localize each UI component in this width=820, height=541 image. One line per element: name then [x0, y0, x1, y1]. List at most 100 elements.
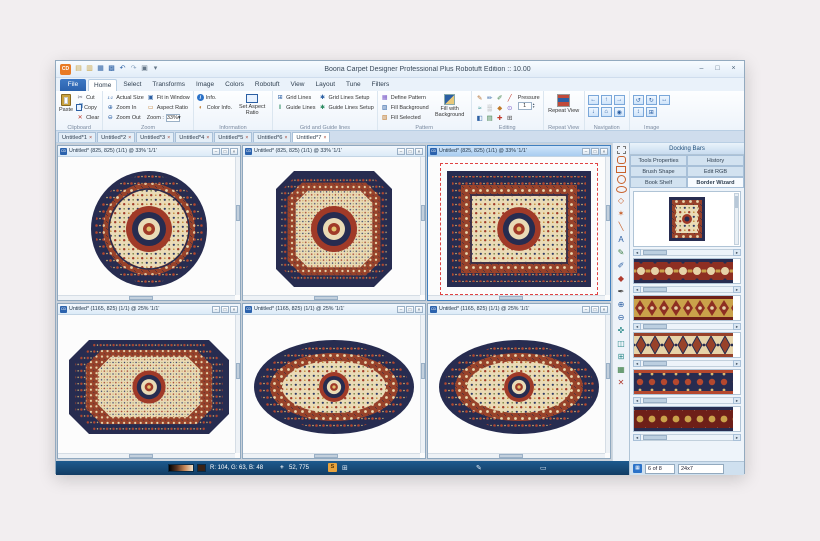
preview-horizontal-scrollbar[interactable] [633, 249, 741, 256]
border-style-option-1[interactable] [633, 258, 741, 284]
close-tab-icon[interactable]: × [89, 135, 92, 141]
zoom-out-button[interactable]: Zoom Out [106, 113, 144, 122]
child-restore-button[interactable] [221, 147, 229, 155]
flip-vertical-icon[interactable]: ↕ [632, 107, 644, 117]
zoom-out-tool[interactable]: ⊖ [616, 312, 627, 323]
repeat-tool[interactable]: ▦ [616, 364, 627, 375]
carpet-design-oval[interactable] [250, 338, 418, 436]
fill-icon[interactable]: ◆ [495, 103, 505, 113]
child-title-bar[interactable]: CD Untitled* (825, 825) (1/1) @ 33% '1/1… [58, 146, 240, 157]
eraser-icon[interactable]: ▒ [485, 103, 495, 113]
vertical-scrollbar[interactable] [420, 315, 425, 453]
document-tab-4[interactable]: Untitled*4 × [175, 132, 214, 142]
dock-tab-history[interactable]: History [687, 155, 744, 166]
child-minimize-button[interactable] [397, 147, 405, 155]
airbrush-icon[interactable]: ✐ [495, 93, 505, 103]
child-title-bar[interactable]: CD Untitled* (1165, 825) (1/1) @ 25% '1/… [428, 304, 610, 315]
nav-up-icon[interactable]: ↑ [600, 95, 612, 105]
border-scrollbar-2[interactable] [633, 323, 741, 330]
scrollbar-thumb[interactable] [498, 454, 523, 458]
scrollbar-thumb[interactable] [498, 296, 523, 300]
grid-lines-toggle[interactable]: Grid Lines [276, 93, 315, 102]
mirror-tool[interactable]: ◫ [616, 338, 627, 349]
canvas-area[interactable] [58, 315, 240, 458]
carpet-preview-box[interactable] [633, 191, 741, 247]
tab-colors[interactable]: Colors [220, 79, 249, 91]
delete-tool[interactable]: ✕ [616, 377, 627, 388]
scrollbar-thumb[interactable] [313, 454, 338, 458]
color-info-button[interactable]: Color Info. [197, 103, 232, 112]
eyedropper-tool[interactable]: ✒ [616, 286, 627, 297]
close-tab-icon[interactable]: × [128, 135, 131, 141]
child-close-button[interactable] [600, 147, 608, 155]
info-button[interactable]: i Info. [196, 93, 232, 102]
child-close-button[interactable] [230, 305, 238, 313]
child-close-button[interactable] [415, 147, 423, 155]
canvas-area[interactable] [428, 157, 610, 300]
tab-file[interactable]: File [60, 79, 86, 91]
child-close-button[interactable] [415, 305, 423, 313]
child-minimize-button[interactable] [582, 305, 590, 313]
horizontal-scrollbar[interactable] [243, 295, 420, 300]
fit-in-window-button[interactable]: Fit in Window [147, 93, 190, 102]
save-all-icon[interactable]: ▩ [107, 64, 116, 74]
grid-lines-setup-button[interactable]: Grid Lines Setup [319, 93, 374, 102]
child-restore-button[interactable] [591, 147, 599, 155]
resize-icon[interactable]: ⊞ [645, 107, 657, 117]
scroll-left-icon[interactable] [633, 249, 641, 256]
scrollbar-thumb[interactable] [606, 363, 610, 380]
carpet-design-rectangle[interactable] [444, 167, 594, 291]
child-minimize-button[interactable] [212, 147, 220, 155]
clear-button[interactable]: Clear [76, 113, 99, 122]
vertical-scrollbar[interactable] [235, 157, 240, 295]
add-point-icon[interactable]: ✚ [495, 113, 505, 123]
document-tab-7[interactable]: Untitled*7 × [292, 132, 331, 142]
ellipse-tool[interactable] [615, 186, 627, 193]
circle-tool[interactable] [616, 175, 626, 184]
vertical-scrollbar[interactable] [235, 315, 240, 453]
preview-vertical-scrollbar[interactable] [734, 193, 739, 245]
dock-tab-edit-rgb[interactable]: Edit RGB [687, 166, 744, 177]
fill-tool[interactable]: ◆ [616, 273, 627, 284]
scrollbar-thumb[interactable] [735, 196, 738, 208]
horizontal-scrollbar[interactable] [243, 453, 420, 458]
canvas-area[interactable] [428, 315, 610, 458]
brush-icon[interactable]: ✏ [485, 93, 495, 103]
guide-lines-setup-button[interactable]: Guide Lines Setup [319, 103, 374, 112]
nav-home-icon[interactable]: ⌂ [600, 107, 612, 117]
pencil-icon[interactable]: ✎ [475, 93, 485, 103]
scrollbar-thumb[interactable] [236, 363, 240, 380]
horizontal-scrollbar[interactable] [58, 453, 235, 458]
close-tab-icon[interactable]: × [167, 135, 170, 141]
close-tab-icon[interactable]: × [324, 135, 327, 141]
scroll-left-icon[interactable] [633, 434, 641, 441]
child-restore-button[interactable] [591, 305, 599, 313]
border-scrollbar-3[interactable] [633, 360, 741, 367]
new-document-icon[interactable]: ▤ [74, 64, 83, 74]
line-tool[interactable]: ╲ [616, 221, 627, 232]
tab-robotuft[interactable]: Robotuft [250, 79, 285, 91]
border-style-option-4[interactable] [633, 369, 741, 395]
grid-tool[interactable]: ⊞ [616, 351, 627, 362]
pressure-stepper[interactable]: ▴ ▾ [533, 102, 535, 110]
child-minimize-button[interactable] [397, 305, 405, 313]
canvas-area[interactable] [243, 157, 425, 300]
scroll-right-icon[interactable] [733, 360, 741, 367]
child-title-bar[interactable]: CD Untitled* (825, 825) (1/1) @ 33% '1/1… [243, 146, 425, 157]
redo-icon[interactable]: ↷ [129, 64, 138, 74]
flip-horizontal-icon[interactable]: ↔ [658, 95, 670, 105]
border-style-option-3[interactable] [633, 332, 741, 358]
scroll-right-icon[interactable] [733, 286, 741, 293]
child-restore-button[interactable] [221, 305, 229, 313]
vertical-scrollbar[interactable] [420, 157, 425, 295]
border-scrollbar-5[interactable] [633, 434, 741, 441]
rounded-rect-tool[interactable] [616, 156, 626, 164]
carpet-design-oval[interactable] [435, 338, 603, 436]
child-restore-button[interactable] [406, 305, 414, 313]
close-tab-icon[interactable]: × [206, 135, 209, 141]
child-close-button[interactable] [230, 147, 238, 155]
scroll-right-icon[interactable] [733, 434, 741, 441]
select-tool[interactable] [616, 146, 626, 154]
grid-brush-icon[interactable]: ⊞ [505, 113, 515, 123]
close-tab-icon[interactable]: × [245, 135, 248, 141]
